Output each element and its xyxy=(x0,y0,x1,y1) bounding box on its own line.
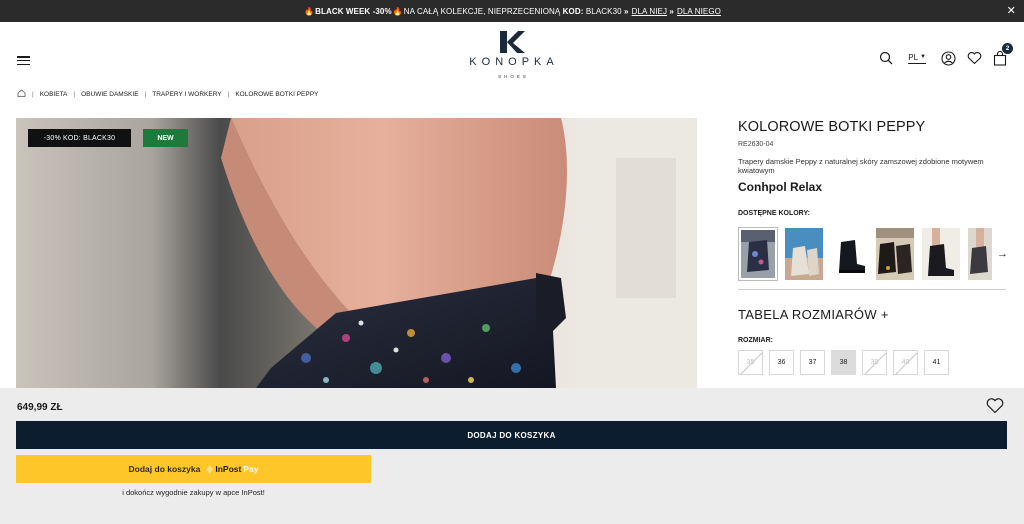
logo-subtitle: SHOES xyxy=(498,74,529,79)
inpost-pay-logo: InPost Pay xyxy=(206,464,258,474)
product-price: 649,99 ZŁ xyxy=(17,402,63,413)
site-header: KONOPKA SHOES PL ▼ 2 xyxy=(0,22,1024,88)
product-title: KOLOROWE BOTKI PEPPY xyxy=(738,119,926,135)
language-label: PL xyxy=(908,52,919,62)
heart-icon[interactable] xyxy=(986,397,1004,419)
arrow-right-icon[interactable]: → xyxy=(997,248,1008,260)
promo-code: BLACK30 xyxy=(585,6,622,16)
promo-badge: -30% KOD: BLACK30 xyxy=(28,129,131,147)
caret-down-icon: ▼ xyxy=(920,54,926,60)
promo-headline: BLACK WEEK -30% xyxy=(315,6,392,16)
promo-code-label: KOD: xyxy=(562,6,584,16)
sticky-purchase-bar: 649,99 ZŁ DODAJ DO KOSZYKA Dodaj do kosz… xyxy=(0,388,1024,524)
product-sku: RE2630-04 xyxy=(738,141,774,148)
size-option[interactable]: 41 xyxy=(924,349,949,375)
size-option[interactable]: 40 xyxy=(893,349,918,375)
search-icon[interactable] xyxy=(878,50,894,66)
promo-link-him[interactable]: DLA NIEGO xyxy=(677,7,721,16)
account-icon[interactable] xyxy=(940,50,956,66)
size-option-selected[interactable]: 38 xyxy=(831,349,856,375)
heart-icon[interactable] xyxy=(966,50,982,66)
promo-text: NA CAŁĄ KOLEKCJE, NIEPRZECENIONĄ xyxy=(403,6,561,16)
color-variant-thumbnail[interactable] xyxy=(921,227,961,281)
breadcrumb-item-obuwie-damskie[interactable]: OBUWIE DAMSKIE xyxy=(81,91,138,98)
inpost-button-label: Dodaj do koszyka xyxy=(128,464,201,474)
promo-arrows: » xyxy=(624,6,629,16)
close-icon[interactable]: ✕ xyxy=(1007,4,1016,17)
home-icon[interactable] xyxy=(17,89,26,99)
size-option[interactable]: 37 xyxy=(800,349,825,375)
color-variants: → xyxy=(738,226,1008,281)
size-option[interactable]: 39 xyxy=(862,349,887,375)
size-option[interactable]: 35 xyxy=(738,349,763,375)
fire-icon: 🔥 xyxy=(304,6,315,16)
new-badge: NEW xyxy=(143,129,188,147)
promo-link-her[interactable]: DLA NIEJ xyxy=(632,7,667,16)
logo-mark-icon xyxy=(500,31,525,53)
header-icons: PL ▼ 2 xyxy=(878,43,1013,66)
language-selector[interactable]: PL ▼ xyxy=(908,53,926,64)
product-brand[interactable]: Conhpol Relax xyxy=(738,180,1008,194)
inpost-logo-icon xyxy=(206,464,214,474)
color-variant-thumbnail[interactable] xyxy=(830,227,870,281)
breadcrumb: | KOBIETA | OBUWIE DAMSKIE | TRAPERY I W… xyxy=(17,89,318,99)
breadcrumb-item-kobieta[interactable]: KOBIETA xyxy=(40,91,68,98)
promo-bar: 🔥 BLACK WEEK -30% 🔥 NA CAŁĄ KOLEKCJE, NI… xyxy=(0,0,1024,22)
color-variant-thumbnail[interactable] xyxy=(738,226,778,281)
logo-name: KONOPKA xyxy=(469,56,559,68)
divider xyxy=(738,288,1006,290)
size-options: 35 36 37 38 39 40 41 xyxy=(738,349,1008,375)
inpost-brand-label: InPost xyxy=(215,464,242,474)
inpost-pay-button[interactable]: Dodaj do koszyka InPost Pay xyxy=(16,455,371,483)
size-label: ROZMIAR: xyxy=(738,336,773,344)
color-variant-thumbnail[interactable] xyxy=(784,227,824,281)
cart-icon[interactable]: 2 xyxy=(992,43,1013,66)
colors-label: DOSTĘPNE KOLORY: xyxy=(738,209,810,217)
fire-icon: 🔥 xyxy=(392,6,403,16)
product-image[interactable] xyxy=(16,118,697,388)
color-variant-thumbnail[interactable] xyxy=(875,227,915,281)
product-description: Trapery damskie Peppy z naturalnej skóry… xyxy=(738,157,984,176)
size-table-toggle[interactable]: TABELA ROZMIARÓW + xyxy=(738,307,1008,322)
inpost-note: i dokończ wygodnie zakupy w apce InPost! xyxy=(122,488,265,497)
product-details: KOLOROWE BOTKI PEPPY RE2630-04 Trapery d… xyxy=(738,118,1008,375)
menu-icon[interactable] xyxy=(17,56,30,65)
logo[interactable]: KONOPKA SHOES xyxy=(440,30,584,90)
breadcrumb-item-trapery[interactable]: TRAPERY I WORKERY xyxy=(152,91,221,98)
breadcrumb-item-current: KOLOROWE BOTKI PEPPY xyxy=(235,90,319,98)
add-to-cart-button[interactable]: DODAJ DO KOSZYKA xyxy=(16,421,1007,449)
size-option[interactable]: 36 xyxy=(769,349,794,375)
cart-count-badge: 2 xyxy=(1002,43,1013,54)
inpost-pay-label: Pay xyxy=(243,464,259,474)
promo-arrows: » xyxy=(669,6,674,16)
color-variant-thumbnail[interactable] xyxy=(967,227,993,281)
